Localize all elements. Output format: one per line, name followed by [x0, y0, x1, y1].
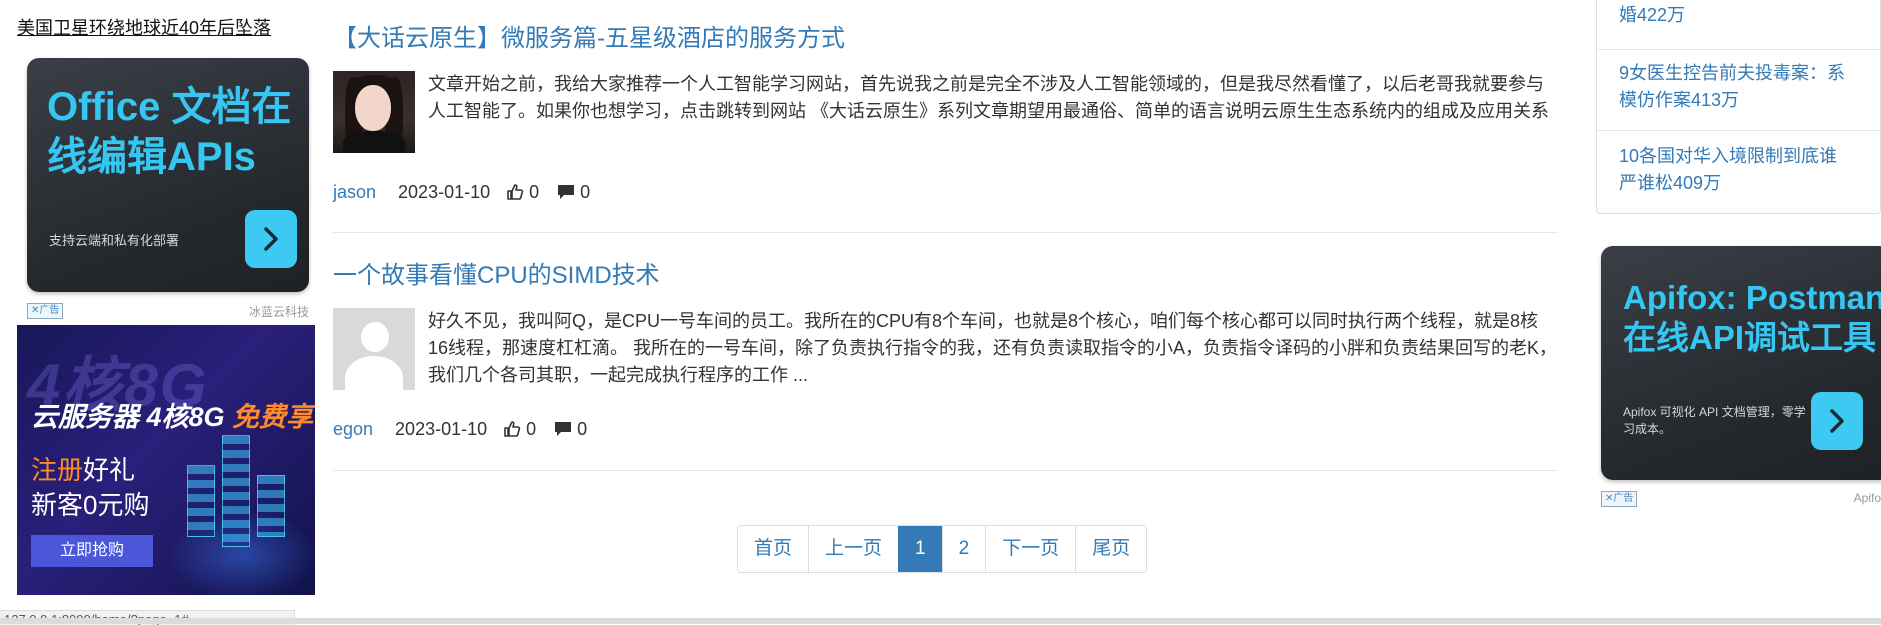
page-last[interactable]: 尾页 [1075, 526, 1147, 572]
chevron-right-icon [1830, 409, 1844, 433]
ad-arrow-button[interactable] [245, 210, 297, 268]
office-api-ad[interactable]: Office 文档在线编辑APIs 支持云端和私有化部署 [27, 58, 309, 292]
article-meta: egon 2023-01-10 0 0 [333, 418, 605, 440]
article-title[interactable]: 【大话云原生】微服务篇-五星级酒店的服务方式 [333, 18, 845, 53]
ad-meta: ✕广告 Apifo [1601, 490, 1881, 508]
comment-icon [558, 185, 575, 199]
like-count-value: 0 [526, 418, 537, 439]
article-summary: 好久不见，我叫阿Q，是CPU一号车间的员工。我所在的CPU有8个车间，也就是8个… [428, 311, 1558, 385]
comment-count-value: 0 [577, 418, 588, 439]
article-divider [333, 232, 1558, 233]
page-1[interactable]: 1 [898, 526, 942, 572]
default-avatar[interactable] [333, 308, 415, 390]
article-list: 【大话云原生】微服务篇-五星级酒店的服务方式 文章开始之前，我给大家推荐一个人工… [333, 0, 1558, 600]
article-date: 2023-01-10 [398, 181, 491, 202]
article-divider [333, 470, 1558, 471]
news-link[interactable]: 美国卫星环绕地球近40年后坠落 [17, 14, 271, 40]
article-author[interactable]: egon [333, 419, 373, 440]
ad-meta: ✕广告 冰蓝云科技 [27, 302, 309, 320]
ad-headline-line-2: 在线API调试工具 [1623, 319, 1877, 356]
ad-line-3: 新客0元购 [31, 490, 150, 520]
page-prev[interactable]: 上一页 [808, 526, 899, 572]
page-next[interactable]: 下一页 [985, 526, 1076, 572]
article-summary: 文章开始之前，我给大家推荐一个人工智能学习网站，首先说我之前是完全不涉及人工智能… [428, 74, 1549, 121]
article-date: 2023-01-10 [395, 418, 488, 439]
server-tower-icon [222, 435, 250, 547]
ad-line-1-free: 免费享 [232, 402, 314, 432]
grab-now-button[interactable]: 立即抢购 [31, 535, 153, 567]
ad-close-badge[interactable]: ✕广告 [27, 303, 64, 319]
ad-subtitle: 支持云端和私有化部署 [49, 233, 180, 248]
ad-sponsor: 冰蓝云科技 [248, 305, 309, 319]
ad-subtitle: Apifox 可视化 API 文档管理，零学习成本。 [1623, 405, 1806, 436]
left-sidebar: 美国卫星环绕地球近40年后坠落 Office 文档在线编辑APIs 支持云端和私… [17, 0, 315, 600]
comment-count-value: 0 [580, 181, 591, 202]
ad-line-1-main: 云服务器 4核8G [31, 402, 233, 432]
author-avatar[interactable] [333, 71, 415, 153]
ad-line-2-highlight: 注册 [31, 455, 84, 485]
thumbs-up-icon [504, 421, 521, 437]
hot-list-item[interactable]: 婚422万 [1597, 0, 1880, 50]
ad-headline: Office 文档在线编辑APIs [47, 85, 292, 179]
right-sidebar: 婚422万 9女医生控告前夫投毒案：系模仿作案413万 10各国对华入境限制到底… [1596, 0, 1881, 600]
comment-count[interactable]: 0 [554, 419, 587, 440]
avatar-head [361, 322, 389, 352]
like-count-value: 0 [529, 181, 540, 202]
hot-item-text: 9女医生控告前夫投毒案：系模仿作案413万 [1619, 63, 1846, 110]
cloud-server-ad[interactable]: 4核8G 云服务器 4核8G 免费享 注册好礼 新客0元购 立即抢购 [17, 325, 315, 595]
apifox-ad[interactable]: Apifox: Postman 在线API调试工具 Apifox 可视化 API… [1601, 246, 1881, 480]
article-author[interactable]: jason [333, 182, 376, 203]
ad-arrow-button[interactable] [1811, 392, 1863, 450]
ad-headline-line-1: Apifox: Postman [1623, 279, 1881, 316]
hot-list-item[interactable]: 10各国对华入境限制到底谁严谁松409万 [1597, 130, 1880, 213]
hot-item-text: 10各国对华入境限制到底谁严谁松409万 [1619, 146, 1838, 193]
avatar-face [355, 85, 391, 131]
ad-line-2: 注册好礼 [31, 450, 135, 487]
avatar-body [343, 131, 405, 153]
ad-line-2-rest: 好礼 [83, 455, 136, 485]
ad-headline: Apifox: Postman 在线API调试工具 [1623, 278, 1881, 358]
comment-count[interactable]: 0 [557, 182, 590, 203]
thumbs-up-icon [507, 184, 524, 200]
horizontal-scrollbar[interactable] [0, 618, 1881, 624]
like-count[interactable]: 0 [506, 182, 539, 203]
hot-item-text: 婚422万 [1619, 5, 1686, 25]
like-count[interactable]: 0 [503, 419, 536, 440]
avatar-shoulders [345, 356, 403, 390]
article-title[interactable]: 一个故事看懂CPU的SIMD技术 [333, 255, 660, 290]
ad-line-1: 云服务器 4核8G 免费享 [31, 395, 313, 434]
chevron-right-icon [264, 227, 278, 251]
comment-icon [555, 422, 572, 436]
page-first[interactable]: 首页 [738, 526, 809, 572]
server-tower-icon [257, 475, 285, 537]
page-2[interactable]: 2 [941, 526, 986, 572]
hot-list: 婚422万 9女医生控告前夫投毒案：系模仿作案413万 10各国对华入境限制到底… [1596, 0, 1881, 214]
pagination: 首页 上一页 1 2 下一页 尾页 [737, 525, 1148, 573]
ad-sponsor: Apifo [1853, 491, 1881, 505]
server-tower-icon [187, 465, 215, 537]
hot-list-item[interactable]: 9女医生控告前夫投毒案：系模仿作案413万 [1597, 49, 1880, 131]
article-meta: jason 2023-01-10 0 0 [333, 181, 608, 203]
ad-close-badge[interactable]: ✕广告 [1601, 491, 1638, 507]
